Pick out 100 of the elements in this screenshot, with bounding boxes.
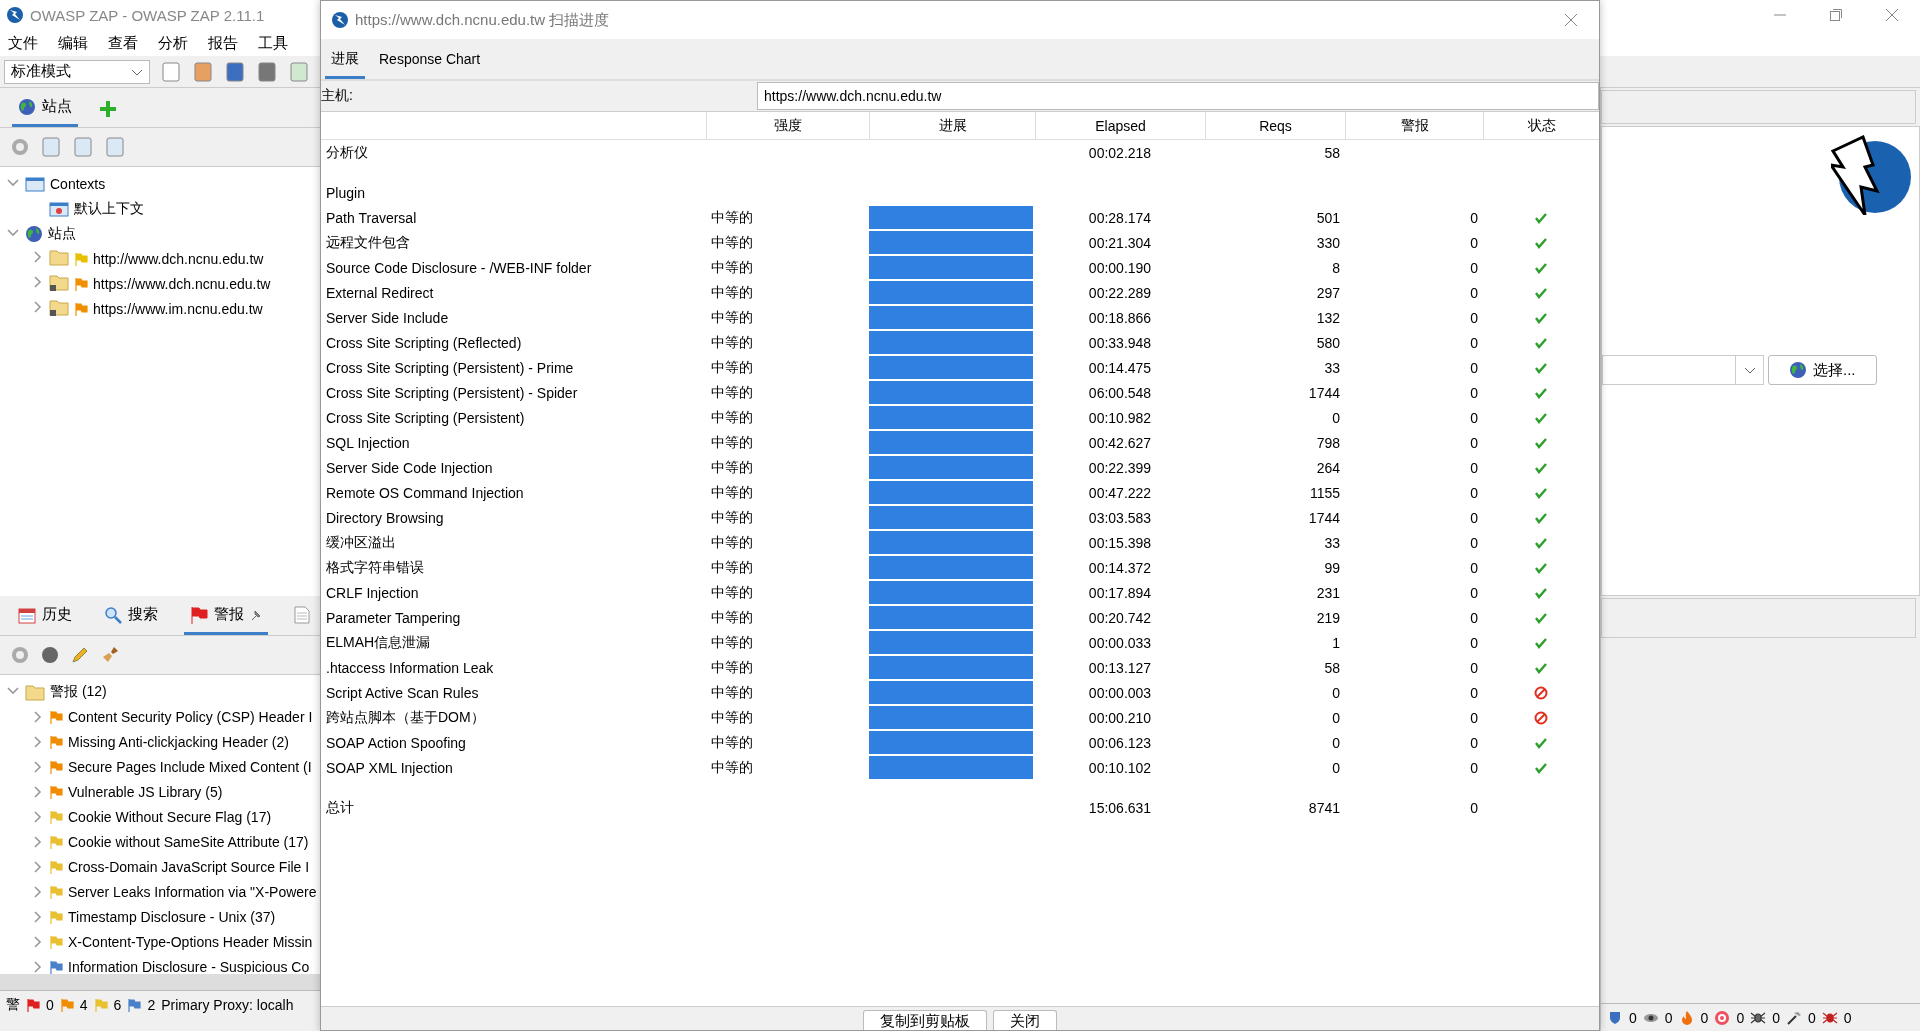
folder-icon xyxy=(49,248,69,266)
context-icon xyxy=(49,200,69,217)
shield-icon xyxy=(1607,1009,1623,1026)
table-cell-text: 0 xyxy=(1469,409,1479,426)
tree-item[interactable]: X-Content-Type-Options Header Missin xyxy=(68,933,313,950)
dialog-title: https://www.dch.ncnu.edu.tw 扫描进度 xyxy=(355,10,610,30)
table-cell-text: 中等的 xyxy=(710,708,754,727)
table-cell-text: 0 xyxy=(1469,359,1479,376)
tree-item[interactable]: Cookie without SameSite Attribute (17) xyxy=(68,833,309,850)
tree-item[interactable]: Content Security Policy (CSP) Header I xyxy=(68,708,313,725)
panel-tab[interactable]: 警报 xyxy=(184,597,268,635)
table-cell-text: 0 xyxy=(1469,534,1479,551)
table-cell-text: 0 xyxy=(1469,434,1479,451)
tree-item[interactable]: Missing Anti-clickjacking Header (2) xyxy=(68,733,289,750)
table-cell-text: 0 xyxy=(1469,509,1479,526)
scan-count: 0 xyxy=(1700,1009,1709,1026)
close-icon[interactable] xyxy=(1564,13,1578,27)
column-header[interactable]: 警报 xyxy=(1345,112,1483,140)
app-logo-icon xyxy=(331,11,349,29)
table-cell-text: 中等的 xyxy=(710,433,754,452)
tree-item[interactable]: Server Leaks Information via "X-Powere xyxy=(68,883,317,900)
table-cell-text: 00:22.399 xyxy=(1087,459,1153,476)
table-cell-text: 06:00.548 xyxy=(1087,384,1153,401)
table-cell-text: 中等的 xyxy=(710,208,754,227)
column-header[interactable]: Elapsed xyxy=(1035,112,1205,140)
table-cell-text: 1 xyxy=(1331,634,1341,651)
tree-item[interactable]: Timestamp Disclosure - Unix (37) xyxy=(68,908,276,925)
menu-item[interactable]: 分析 xyxy=(158,33,188,53)
table-cell-text: 297 xyxy=(1315,284,1341,301)
tree-item[interactable]: http://www.dch.ncnu.edu.tw xyxy=(93,250,264,267)
tree-item[interactable]: https://www.im.ncnu.edu.tw xyxy=(93,300,263,317)
table-cell-text: 中等的 xyxy=(710,658,754,677)
table-cell-text: 中等的 xyxy=(710,408,754,427)
panel-tab[interactable]: 搜索 xyxy=(98,597,164,635)
scan-count: 0 xyxy=(1843,1009,1852,1026)
table-cell-text: 0 xyxy=(1331,684,1341,701)
menu-item[interactable]: 报告 xyxy=(208,33,238,53)
host-field[interactable]: https://www.dch.ncnu.edu.tw xyxy=(757,82,1599,110)
panel-tab[interactable]: 历史 xyxy=(12,597,78,635)
tree-item[interactable]: 默认上下文 xyxy=(74,199,144,218)
table-cell-text: 0 xyxy=(1469,484,1479,501)
dialog-button[interactable]: 关闭 xyxy=(993,1010,1057,1030)
tree-item[interactable]: Vulnerable JS Library (5) xyxy=(68,783,223,800)
table-cell-text: 中等的 xyxy=(710,508,754,527)
scan-count: 0 xyxy=(1629,1009,1637,1026)
tree-item[interactable]: https://www.dch.ncnu.edu.tw xyxy=(93,275,271,292)
select-button[interactable]: 选择... xyxy=(1768,355,1877,385)
document-icon xyxy=(294,605,310,624)
alert-count: 4 xyxy=(79,996,88,1013)
table-cell-text: 中等的 xyxy=(710,533,754,552)
target-icon xyxy=(1714,1009,1731,1026)
table-cell-text: 00:00.190 xyxy=(1087,259,1153,276)
tree-item[interactable]: Secure Pages Include Mixed Content (I xyxy=(68,758,312,775)
dialog-tab[interactable]: Response Chart xyxy=(373,41,487,79)
dialog-button[interactable]: 复制到剪贴板 xyxy=(863,1010,987,1030)
table-cell-text: 0 xyxy=(1469,559,1479,576)
table-cell-text: 0 xyxy=(1469,734,1479,751)
column-header[interactable]: 进展 xyxy=(869,112,1035,140)
plus-icon[interactable] xyxy=(98,99,118,119)
gear-icon[interactable] xyxy=(10,137,30,157)
table-cell-text: 0 xyxy=(1469,459,1479,476)
menu-item[interactable]: 编辑 xyxy=(58,33,88,53)
table-cell-text: 格式字符串错误 xyxy=(325,558,425,577)
tree-item[interactable]: Contexts xyxy=(50,175,106,192)
tree-item[interactable]: Information Disclosure - Suspicious Co xyxy=(68,958,310,974)
tree-item[interactable]: 警报 (12) xyxy=(50,682,107,701)
table-cell-text: 8741 xyxy=(1307,799,1341,816)
pin-icon xyxy=(250,608,262,621)
close-icon[interactable] xyxy=(1885,8,1899,22)
menu-item[interactable]: 查看 xyxy=(108,33,138,53)
restore-icon[interactable] xyxy=(1829,8,1843,22)
pencil-icon[interactable] xyxy=(70,645,90,665)
table-cell-text: 264 xyxy=(1315,459,1341,476)
column-header[interactable]: Reqs xyxy=(1205,112,1345,140)
table-cell-text: 远程文件包含 xyxy=(325,233,411,252)
tree-item[interactable]: 站点 xyxy=(48,224,76,243)
column-header[interactable]: 强度 xyxy=(706,112,869,140)
table-cell-text: Cross Site Scripting (Persistent) xyxy=(325,409,526,426)
table-cell-text: 501 xyxy=(1315,209,1341,226)
table-cell-text: 中等的 xyxy=(710,333,754,352)
menu-item[interactable]: 工具 xyxy=(258,33,288,53)
gear-icon[interactable] xyxy=(10,645,30,665)
scrollbar[interactable] xyxy=(0,974,320,990)
scan-count: 0 xyxy=(1664,1009,1673,1026)
tree-item[interactable]: Cookie Without Secure Flag (17) xyxy=(68,808,272,825)
table-cell-text: 58 xyxy=(1323,659,1341,676)
host-label: 主机: xyxy=(321,87,354,105)
table-cell-text: Path Traversal xyxy=(325,209,418,226)
sites-tab[interactable]: 站点 xyxy=(12,89,78,127)
mode-select[interactable]: 标准模式 xyxy=(4,59,150,84)
column-header[interactable]: 状态 xyxy=(1483,112,1599,140)
table-cell-text: 0 xyxy=(1331,734,1341,751)
tree-item[interactable]: Cross-Domain JavaScript Source File I xyxy=(68,858,310,875)
menu-item[interactable]: 文件 xyxy=(8,33,38,53)
table-cell-text: CRLF Injection xyxy=(325,584,420,601)
table-cell-text: 0 xyxy=(1469,209,1479,226)
table-cell-text: 0 xyxy=(1469,334,1479,351)
locked-folder-icon xyxy=(49,273,69,291)
table-cell-text: 0 xyxy=(1469,609,1479,626)
table-cell-text: 0 xyxy=(1331,409,1341,426)
